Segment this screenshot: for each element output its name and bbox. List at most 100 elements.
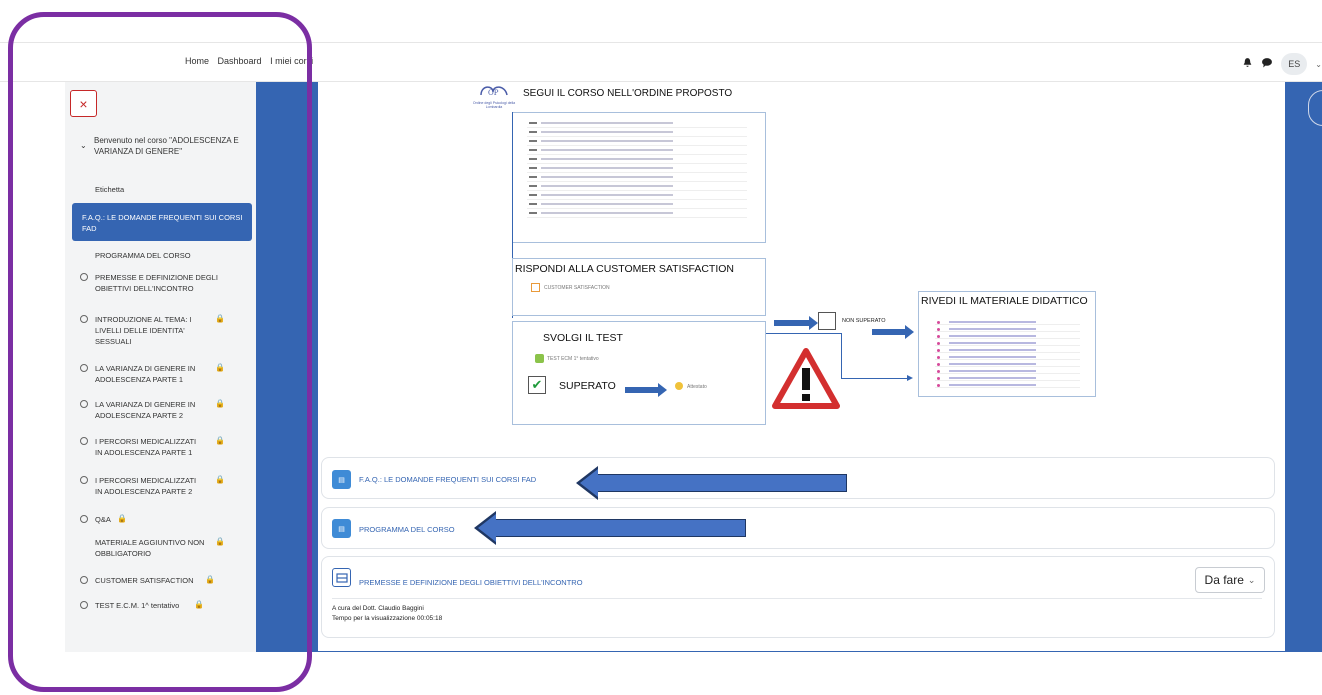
lock-icon: 🔒 xyxy=(194,600,204,609)
completion-status-dropdown[interactable]: Da fare ⌄ xyxy=(1195,567,1265,593)
lock-icon: 🔒 xyxy=(205,575,215,584)
user-area: ES ⌄ xyxy=(1242,53,1322,75)
activity-card-premesse[interactable]: PREMESSE E DEFINIZIONE DEGLI OBIETTIVI D… xyxy=(321,556,1275,638)
lock-icon: 🔒 xyxy=(215,363,225,372)
arrow-right-icon xyxy=(872,325,914,339)
chat-icon[interactable] xyxy=(1261,57,1273,71)
avatar[interactable]: ES xyxy=(1281,53,1308,75)
page-side-band-right xyxy=(1285,82,1322,652)
completion-circle-icon xyxy=(80,437,88,445)
primary-nav: Home Dashboard I miei corsi xyxy=(185,56,319,66)
sidebar-item-label: F.A.Q.: LE DOMANDE FREQUENTI SUI CORSI F… xyxy=(82,213,243,233)
lock-icon: 🔒 xyxy=(215,314,225,323)
sidebar-item-customer[interactable]: CUSTOMER SATISFACTION xyxy=(80,575,205,586)
sidebar-item-programma[interactable]: PROGRAMMA DEL CORSO xyxy=(95,250,235,261)
sidebar-item-label: I PERCORSI MEDICALIZZATI IN ADOLESCENZA … xyxy=(95,437,197,457)
preview-row xyxy=(527,182,747,191)
superato-label: SUPERATO xyxy=(559,380,616,392)
flow-line xyxy=(841,333,842,379)
sidebar-item-qa[interactable]: Q&A xyxy=(80,514,135,525)
warning-icon xyxy=(772,348,840,415)
sidebar-item-percorsi-2[interactable]: I PERCORSI MEDICALIZZATI IN ADOLESCENZA … xyxy=(80,475,205,497)
sidebar-item-introduzione[interactable]: INTRODUZIONE AL TEMA: I LIVELLI DELLE ID… xyxy=(80,314,205,347)
arrow-left-icon xyxy=(474,511,746,545)
arrow-right-icon xyxy=(774,316,818,330)
sidebar-item-label: TEST E.C.M. 1^ tentativo xyxy=(95,601,180,610)
close-drawer-button[interactable]: × xyxy=(70,90,97,117)
sidebar-item-etichetta[interactable]: Etichetta xyxy=(95,184,235,195)
review-title: RIVEDI IL MATERIALE DIDATTICO xyxy=(921,295,1088,307)
sidebar-item-percorsi-1[interactable]: I PERCORSI MEDICALIZZATI IN ADOLESCENZA … xyxy=(80,436,205,458)
ordine-psicologi-logo: OP Ordine degli Psicologi della Lombardi… xyxy=(470,83,518,115)
sidebar-item-label: INTRODUZIONE AL TEMA: I LIVELLI DELLE ID… xyxy=(95,315,192,346)
page-side-band-left xyxy=(256,82,318,652)
attestato-label: Attestato xyxy=(687,384,707,390)
review-row xyxy=(935,325,1080,332)
preview-row xyxy=(527,164,747,173)
top-navbar: Home Dashboard I miei corsi ES ⌄ xyxy=(0,42,1322,82)
test-box: SVOLGI IL TEST TEST ECM 1° tentativo ✔ S… xyxy=(512,321,766,425)
sidebar-item-materiale[interactable]: MATERIALE AGGIUNTIVO NON OBBLIGATORIO xyxy=(95,537,205,559)
duration-line: Tempo per la visualizzazione 00:05:18 xyxy=(332,615,443,622)
check-icon: ✔ xyxy=(528,376,546,394)
test-sub: TEST ECM 1° tentativo xyxy=(547,356,599,362)
review-row xyxy=(935,332,1080,339)
nav-my-courses[interactable]: I miei corsi xyxy=(270,56,313,66)
completion-circle-icon xyxy=(80,576,88,584)
preview-row xyxy=(527,137,747,146)
customer-sub: CUSTOMER SATISFACTION xyxy=(544,285,610,291)
lock-icon: 🔒 xyxy=(215,436,225,445)
chevron-down-icon[interactable]: ⌄ xyxy=(1315,60,1322,69)
arrow-right-icon xyxy=(625,383,667,397)
quiz-icon xyxy=(535,354,544,363)
sidebar-item-premesse[interactable]: PREMESSE E DEFINIZIONE DEGLI OBIETTIVI D… xyxy=(80,272,235,294)
pdf-icon: ▤ xyxy=(332,470,351,489)
status-label: Da fare xyxy=(1204,573,1244,587)
nav-dashboard[interactable]: Dashboard xyxy=(218,56,262,66)
sidebar-item-label: LA VARIANZA DI GENERE IN ADOLESCENZA PAR… xyxy=(95,364,196,384)
arrow-head-icon xyxy=(907,375,913,381)
test-title: SVOLGI IL TEST xyxy=(543,332,623,344)
preview-row xyxy=(527,173,747,182)
preview-list xyxy=(527,119,747,218)
sidebar-item-test[interactable]: TEST E.C.M. 1^ tentativo xyxy=(80,600,205,611)
lock-icon: 🔒 xyxy=(215,537,225,546)
course-section-header[interactable]: ⌄ Benvenuto nel corso "ADOLESCENZA E VAR… xyxy=(80,135,250,157)
activity-title[interactable]: F.A.Q.: LE DOMANDE FREQUENTI SUI CORSI F… xyxy=(359,475,536,484)
feedback-icon xyxy=(531,283,540,292)
arrow-head-fill xyxy=(580,469,598,497)
sidebar-item-label: PREMESSE E DEFINIZIONE DEGLI OBIETTIVI D… xyxy=(95,273,218,293)
sidebar-item-faq[interactable]: F.A.Q.: LE DOMANDE FREQUENTI SUI CORSI F… xyxy=(72,203,252,241)
flow-line xyxy=(766,333,842,334)
completion-circle-icon xyxy=(80,315,88,323)
activity-card-programma[interactable]: ▤ PROGRAMMA DEL CORSO xyxy=(321,507,1275,549)
diagram-title: SEGUI IL CORSO NELL'ORDINE PROPOSTO xyxy=(523,88,733,99)
review-row xyxy=(935,318,1080,325)
bell-icon[interactable] xyxy=(1242,57,1253,71)
review-row xyxy=(935,374,1080,381)
review-row xyxy=(935,346,1080,353)
completion-circle-icon xyxy=(80,400,88,408)
completion-circle-icon xyxy=(80,364,88,372)
chevron-down-icon: ⌄ xyxy=(1247,574,1256,585)
sidebar-item-varianza-2[interactable]: LA VARIANZA DI GENERE IN ADOLESCENZA PAR… xyxy=(80,399,205,421)
activity-title[interactable]: PREMESSE E DEFINIZIONE DEGLI OBIETTIVI D… xyxy=(359,578,583,587)
certificate-icon xyxy=(675,382,683,390)
course-index-preview xyxy=(512,112,766,243)
chevron-down-icon: ⌄ xyxy=(80,141,87,150)
preview-row xyxy=(527,119,747,128)
non-superato-label: NON SUPERATO xyxy=(842,318,886,324)
completion-circle-icon xyxy=(80,476,88,484)
review-row xyxy=(935,339,1080,346)
sidebar-item-label: LA VARIANZA DI GENERE IN ADOLESCENZA PAR… xyxy=(95,400,196,420)
sidebar-item-varianza-1[interactable]: LA VARIANZA DI GENERE IN ADOLESCENZA PAR… xyxy=(80,363,205,385)
unchecked-box-icon xyxy=(818,312,836,330)
nav-home[interactable]: Home xyxy=(185,56,209,66)
arrow-left-icon xyxy=(576,466,847,500)
review-row xyxy=(935,381,1080,388)
preview-row xyxy=(527,128,747,137)
preview-row xyxy=(527,209,747,218)
activity-title[interactable]: PROGRAMMA DEL CORSO xyxy=(359,525,455,534)
course-title: Benvenuto nel corso "ADOLESCENZA E VARIA… xyxy=(94,136,239,156)
review-row xyxy=(935,360,1080,367)
